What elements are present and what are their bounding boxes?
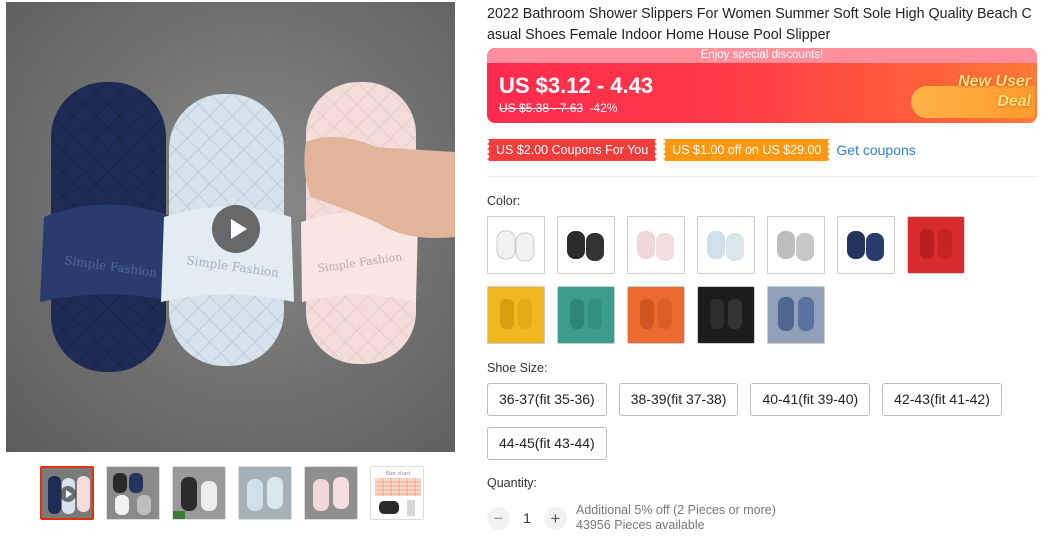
play-video-button[interactable] [212, 205, 260, 253]
current-price: US $3.12 - 4.43 [499, 73, 654, 98]
thumbnail-size-chart[interactable]: Size chart [370, 466, 424, 520]
thumbnail-image [107, 467, 159, 519]
quantity-stepper: − 1 + Additional 5% off (2 Pieces or mor… [487, 503, 776, 533]
color-option-red[interactable] [907, 216, 965, 274]
swatch-image [558, 287, 614, 343]
color-option-pink[interactable] [627, 216, 685, 274]
product-title: 2022 Bathroom Shower Slippers For Women … [487, 6, 1032, 43]
color-option-gray[interactable] [767, 216, 825, 274]
color-option-blue-gray[interactable] [767, 286, 825, 344]
pieces-available-text: 43956 Pieces available [576, 518, 705, 532]
new-user-deal-badge[interactable]: New User Deal [897, 70, 1037, 118]
quantity-label: Quantity: [487, 476, 538, 490]
color-label: Color: [487, 194, 521, 208]
thumbnail-5[interactable] [304, 466, 358, 520]
badge-text: New User Deal [921, 72, 1031, 112]
thumbnail-4[interactable] [238, 466, 292, 520]
size-options-row-2: 44-45(fit 43-44) [487, 427, 607, 460]
discount-percent: -42% [589, 101, 618, 115]
shoe-size-label: Shoe Size: [487, 361, 548, 375]
thumbnail-image [305, 467, 357, 519]
coupon-1-off-29[interactable]: US $1.00 off on US $29.00 [663, 139, 831, 161]
play-icon [60, 486, 76, 502]
thumbnail-1[interactable] [40, 466, 94, 520]
swatch-image [628, 287, 684, 343]
size-chart-image: Size chart [371, 467, 423, 519]
color-option-white[interactable] [487, 216, 545, 274]
divider [487, 176, 1037, 177]
color-swatch-row-1 [487, 216, 965, 274]
thumbnail-2[interactable] [106, 466, 160, 520]
size-option-42-43[interactable]: 42-43(fit 41-42) [882, 383, 1002, 416]
swatch-image [768, 287, 824, 343]
size-option-36-37[interactable]: 36-37(fit 35-36) [487, 383, 607, 416]
coupon-2-dollars[interactable]: US $2.00 Coupons For You [487, 139, 658, 161]
color-swatch-row-2 [487, 286, 825, 344]
swatch-image [558, 217, 614, 273]
color-option-black-2[interactable] [697, 286, 755, 344]
quantity-decrease-button[interactable]: − [487, 506, 510, 530]
swatch-image [908, 217, 964, 273]
swatch-image [698, 287, 754, 343]
size-option-40-41[interactable]: 40-41(fit 39-40) [750, 383, 871, 416]
original-price-row: US $5.38 - 7.63 -42% [499, 101, 617, 115]
color-option-green[interactable] [557, 286, 615, 344]
swatch-image [768, 217, 824, 273]
size-chart-caption: Size chart [386, 471, 411, 477]
size-options-row-1: 36-37(fit 35-36) 38-39(fit 37-38) 40-41(… [487, 383, 1002, 416]
swatch-image [488, 287, 544, 343]
thumbnail-strip: Size chart [40, 466, 424, 520]
color-option-light-blue[interactable] [697, 216, 755, 274]
swatch-image [628, 217, 684, 273]
color-option-orange[interactable] [627, 286, 685, 344]
thumbnail-3[interactable] [172, 466, 226, 520]
size-option-44-45[interactable]: 44-45(fit 43-44) [487, 427, 607, 460]
promo-strip: Enjoy special discounts! [487, 48, 1037, 63]
navy-slipper: Simple Fashion [40, 82, 178, 372]
size-option-38-39[interactable]: 38-39(fit 37-38) [618, 383, 739, 416]
swatch-image [838, 217, 894, 273]
badge-line-2: Deal [997, 93, 1031, 110]
quantity-info: Additional 5% off (2 Pieces or more) 439… [576, 503, 776, 533]
swatch-image [698, 217, 754, 273]
color-option-black[interactable] [557, 216, 615, 274]
bulk-discount-text: Additional 5% off (2 Pieces or more) [576, 503, 776, 517]
original-price: US $5.38 - 7.63 [499, 101, 584, 115]
quantity-increase-button[interactable]: + [544, 506, 567, 530]
quantity-value[interactable]: 1 [510, 510, 544, 526]
color-option-yellow[interactable] [487, 286, 545, 344]
color-option-navy[interactable] [837, 216, 895, 274]
main-product-image[interactable]: Simple Fashion Simple Fashion Simple Fas… [6, 2, 455, 452]
swatch-image [488, 217, 544, 273]
thumbnail-image [173, 467, 225, 519]
thumbnail-image [239, 467, 291, 519]
badge-line-1: New User [958, 73, 1031, 90]
get-coupons-link[interactable]: Get coupons [836, 142, 915, 158]
price-banner: Enjoy special discounts! US $3.12 - 4.43… [487, 48, 1037, 123]
coupon-row: US $2.00 Coupons For You US $1.00 off on… [487, 139, 916, 161]
